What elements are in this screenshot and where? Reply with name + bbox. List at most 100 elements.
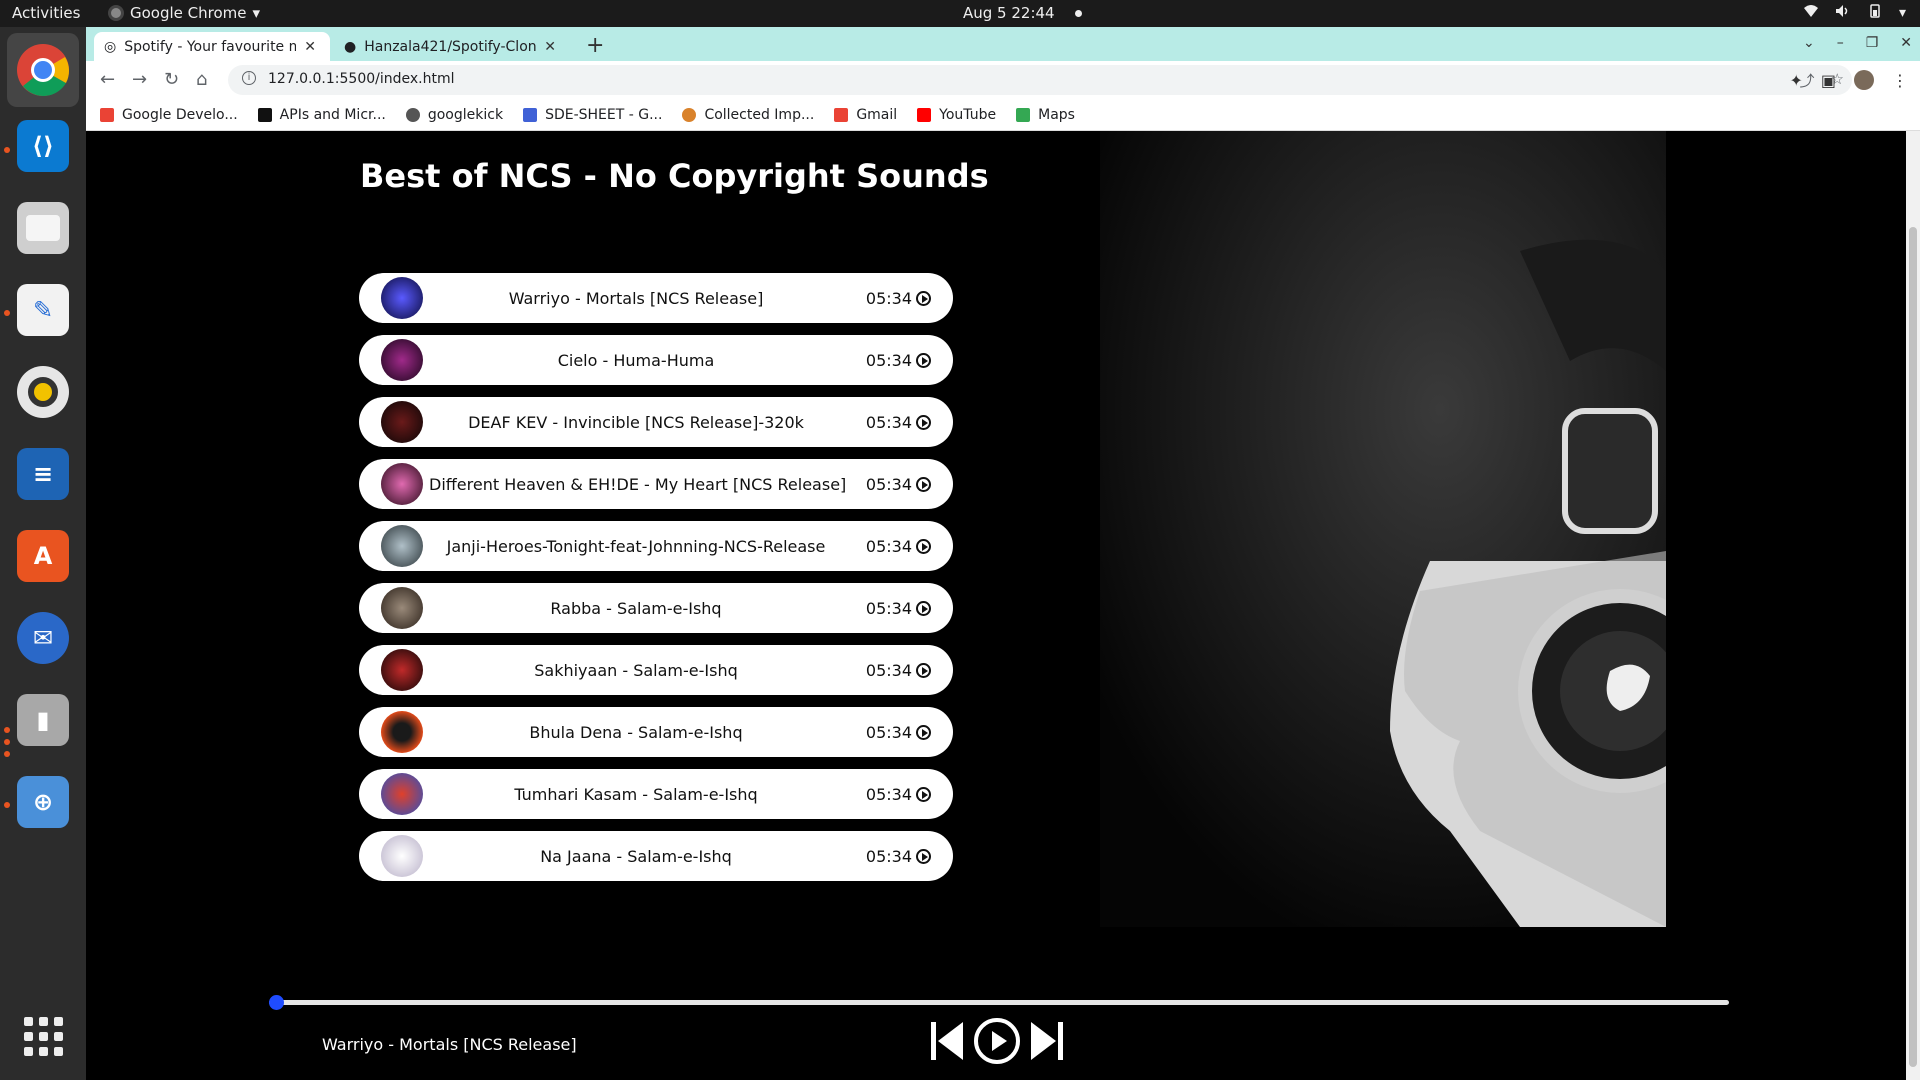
- page-scrollbar[interactable]: [1906, 131, 1920, 1080]
- duration-text: 05:34: [865, 288, 912, 308]
- reload-icon[interactable]: ↻: [164, 69, 179, 90]
- song-name: Bhula Dena - Salam-e-Ishq: [529, 722, 743, 742]
- minimize-icon[interactable]: –: [1837, 35, 1844, 51]
- rhythmbox-icon: [17, 366, 69, 418]
- vscode-icon: ⟨⟩: [17, 120, 69, 172]
- globe-icon: [405, 107, 420, 122]
- close-window-icon[interactable]: ✕: [1900, 35, 1912, 51]
- dock-text-editor[interactable]: ✎: [12, 279, 74, 341]
- side-panel-icon[interactable]: ▣: [1821, 71, 1836, 90]
- home-icon[interactable]: ⌂: [196, 69, 207, 90]
- dock-rhythmbox[interactable]: [12, 361, 74, 423]
- tab-github[interactable]: ● Hanzala421/Spotify-Clone ✕: [334, 32, 570, 61]
- dock-chrome[interactable]: [7, 33, 79, 107]
- progress-knob[interactable]: [269, 995, 284, 1010]
- play-circle-icon[interactable]: [916, 352, 931, 368]
- running-indicator: [4, 739, 10, 745]
- clock[interactable]: Aug 5 22:44: [963, 4, 1082, 22]
- tab-title: Hanzala421/Spotify-Clone: [364, 38, 537, 55]
- song-item[interactable]: Janji-Heroes-Tonight-feat-Johnning-NCS-R…: [359, 521, 953, 571]
- song-item[interactable]: DEAF KEV - Invincible [NCS Release]-320k…: [359, 397, 953, 447]
- playlist-title: Best of NCS - No Copyright Sounds: [360, 157, 989, 195]
- address-bar[interactable]: i 127.0.0.1:5500/index.html ⤴ ☆: [228, 65, 1852, 95]
- play-circle-icon[interactable]: [973, 1017, 1021, 1065]
- extensions-icon[interactable]: ✦: [1789, 71, 1802, 90]
- dock-app-center[interactable]: A: [12, 525, 74, 587]
- song-item[interactable]: Rabba - Salam-e-Ishq 05:34: [359, 583, 953, 633]
- menu-kebab-icon[interactable]: ⋮: [1892, 71, 1908, 90]
- previous-icon[interactable]: [929, 1020, 965, 1062]
- system-tray[interactable]: ▾: [1803, 4, 1906, 22]
- bookmark-apis[interactable]: APIs and Micr...: [257, 107, 386, 123]
- back-icon[interactable]: ←: [100, 69, 115, 90]
- duration-text: 05:34: [865, 722, 912, 742]
- collected-icon: [682, 107, 697, 122]
- song-cover: [381, 649, 423, 691]
- song-item[interactable]: Cielo - Huma-Huma 05:34: [359, 335, 953, 385]
- hero-image: [1100, 131, 1722, 927]
- play-circle-icon[interactable]: [916, 476, 931, 492]
- bookmark-googlekick[interactable]: googlekick: [405, 107, 503, 123]
- forward-icon[interactable]: →: [132, 69, 147, 90]
- writer-icon: ≡: [17, 448, 69, 500]
- song-item[interactable]: Na Jaana - Salam-e-Ishq 05:34: [359, 831, 953, 881]
- song-duration: 05:34: [866, 289, 931, 308]
- app-menu[interactable]: Google Chrome ▾: [108, 4, 260, 22]
- song-item[interactable]: Tumhari Kasam - Salam-e-Ishq 05:34: [359, 769, 953, 819]
- headphones-portrait-illustration: [1100, 131, 1722, 927]
- bookmark-label: Collected Imp...: [704, 106, 815, 123]
- now-playing-title: Warriyo - Mortals [NCS Release]: [322, 1035, 577, 1054]
- bookmark-collected[interactable]: Collected Imp...: [682, 107, 814, 123]
- restore-icon[interactable]: ❐: [1866, 35, 1879, 51]
- play-circle-icon[interactable]: [916, 538, 931, 554]
- url-text: 127.0.0.1:5500/index.html: [268, 71, 455, 87]
- site-info-icon[interactable]: i: [242, 71, 256, 85]
- show-apps-button[interactable]: [12, 1005, 74, 1067]
- song-duration: 05:34: [866, 599, 931, 618]
- song-duration: 05:34: [866, 537, 931, 556]
- duration-text: 05:34: [865, 412, 912, 432]
- play-circle-icon[interactable]: [916, 848, 931, 864]
- running-indicator: [4, 147, 10, 153]
- bookmark-google-developers[interactable]: Google Develo...: [100, 107, 238, 123]
- bookmark-gmail[interactable]: Gmail: [834, 107, 897, 123]
- battery-icon: [1867, 4, 1883, 22]
- dock-files[interactable]: [12, 197, 74, 259]
- scrollbar-thumb[interactable]: [1909, 227, 1917, 1067]
- song-item[interactable]: Warriyo - Mortals [NCS Release] 05:34: [359, 273, 953, 323]
- close-tab-icon[interactable]: ✕: [544, 39, 556, 55]
- bookmark-maps[interactable]: Maps: [1016, 107, 1075, 123]
- close-tab-icon[interactable]: ✕: [304, 39, 316, 55]
- dock-install[interactable]: ⊕: [12, 771, 74, 833]
- chrome-small-icon: [108, 5, 124, 21]
- play-circle-icon[interactable]: [916, 786, 931, 802]
- docs-icon: [523, 107, 538, 122]
- activities-button[interactable]: Activities: [12, 4, 80, 22]
- tab-spotify[interactable]: ◎ Spotify - Your favourite m ✕: [94, 32, 330, 61]
- dock-thunderbird[interactable]: ✉: [12, 607, 74, 669]
- github-icon: ●: [344, 38, 357, 55]
- progress-bar[interactable]: [269, 995, 1729, 1010]
- play-circle-icon[interactable]: [916, 290, 931, 306]
- toolbar: ← → ↻ ⌂ i 127.0.0.1:5500/index.html ⤴ ☆ …: [86, 61, 1920, 99]
- play-circle-icon[interactable]: [916, 414, 931, 430]
- globe-icon: ◎: [104, 38, 117, 55]
- maps-icon: [1016, 107, 1031, 122]
- window-controls: ⌄ – ❐ ✕: [1803, 35, 1912, 51]
- tab-search-icon[interactable]: ⌄: [1803, 35, 1815, 51]
- bookmark-sde-sheet[interactable]: SDE-SHEET - G...: [523, 107, 662, 123]
- youtube-icon: [917, 107, 932, 122]
- new-tab-button[interactable]: +: [586, 33, 604, 58]
- play-circle-icon[interactable]: [916, 600, 931, 616]
- song-item[interactable]: Sakhiyaan - Salam-e-Ishq 05:34: [359, 645, 953, 695]
- bookmark-youtube[interactable]: YouTube: [917, 107, 996, 123]
- song-item[interactable]: Bhula Dena - Salam-e-Ishq 05:34: [359, 707, 953, 757]
- song-item[interactable]: Different Heaven & EH!DE - My Heart [NCS…: [359, 459, 953, 509]
- next-icon[interactable]: [1029, 1020, 1065, 1062]
- profile-avatar[interactable]: [1854, 70, 1874, 90]
- dock-writer[interactable]: ≡: [12, 443, 74, 505]
- dock-vscode[interactable]: ⟨⟩: [12, 115, 74, 177]
- dock-archive[interactable]: ▮: [12, 689, 74, 751]
- play-circle-icon[interactable]: [916, 662, 931, 678]
- play-circle-icon[interactable]: [916, 724, 931, 740]
